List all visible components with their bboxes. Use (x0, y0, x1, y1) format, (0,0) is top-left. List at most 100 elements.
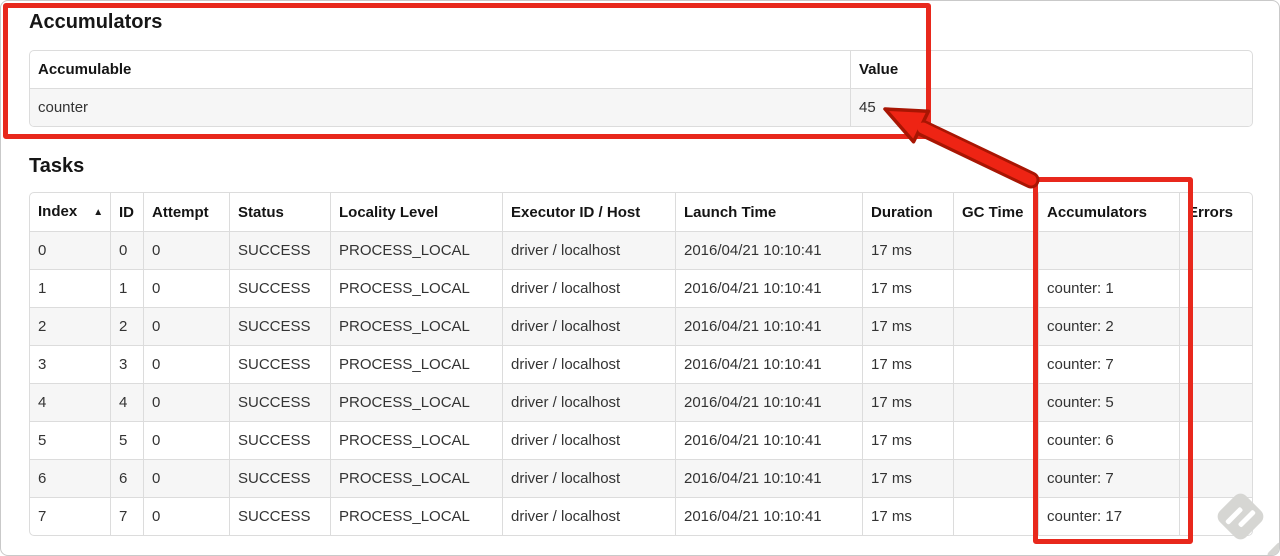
cell-errors (1179, 459, 1252, 497)
cell-index: 3 (30, 345, 110, 383)
cell-launch-time: 2016/04/21 10:10:41 (675, 307, 862, 345)
cell-locality-level: PROCESS_LOCAL (330, 459, 502, 497)
column-header-label: Accumulators (1047, 203, 1148, 221)
cell-attempt: 0 (143, 345, 229, 383)
cell-attempt: 0 (143, 497, 229, 535)
cell-id: 0 (110, 231, 143, 269)
cell-id: 1 (110, 269, 143, 307)
column-header-errors[interactable]: Errors (1179, 193, 1252, 231)
cell-status: SUCCESS (229, 497, 330, 535)
cell-index: 2 (30, 307, 110, 345)
cell-duration: 17 ms (862, 421, 953, 459)
table-row: counter 45 (30, 88, 1252, 126)
cell-accumulators: counter: 17 (1038, 497, 1179, 535)
cell-index: 5 (30, 421, 110, 459)
cell-status: SUCCESS (229, 307, 330, 345)
column-header-label: GC Time (962, 203, 1024, 221)
cell-index: 0 (30, 231, 110, 269)
cell-attempt: 0 (143, 231, 229, 269)
cell-status: SUCCESS (229, 269, 330, 307)
column-header-label: Status (238, 203, 284, 221)
cell-gc-time (953, 497, 1038, 535)
tasks-table: Index ▲ ID Attempt Status Locality Level Execu… (29, 192, 1253, 536)
accumulators-section: Accumulators Accumulable Value counter 45 (29, 10, 1253, 127)
table-row: 2 2 0 SUCCESS PROCESS_LOCAL driver / localhos… (30, 307, 1252, 345)
cell-launch-time: 2016/04/21 10:10:41 (675, 269, 862, 307)
cell-attempt: 0 (143, 383, 229, 421)
cell-launch-time: 2016/04/21 10:10:41 (675, 497, 862, 535)
column-header-value[interactable]: Value (850, 51, 1252, 88)
column-header-index[interactable]: Index ▲ (30, 193, 110, 231)
cell-duration: 17 ms (862, 231, 953, 269)
column-header-accumulable[interactable]: Accumulable (30, 51, 850, 88)
cell-gc-time (953, 421, 1038, 459)
cell-duration: 17 ms (862, 459, 953, 497)
cell-gc-time (953, 231, 1038, 269)
cell-id: 7 (110, 497, 143, 535)
cell-status: SUCCESS (229, 383, 330, 421)
cell-accumulators: counter: 7 (1038, 459, 1179, 497)
cell-executor-id-host: driver / localhost (502, 421, 675, 459)
table-row: 3 3 0 SUCCESS PROCESS_LOCAL driver / localhos… (30, 345, 1252, 383)
cell-locality-level: PROCESS_LOCAL (330, 421, 502, 459)
column-header-id[interactable]: ID (110, 193, 143, 231)
cell-errors (1179, 231, 1252, 269)
cell-accumulators: counter: 5 (1038, 383, 1179, 421)
column-header-label: Attempt (152, 203, 209, 221)
cell-gc-time (953, 383, 1038, 421)
cell-duration: 17 ms (862, 497, 953, 535)
cell-executor-id-host: driver / localhost (502, 459, 675, 497)
column-header-accumulators[interactable]: Accumulators (1038, 193, 1179, 231)
cell-status: SUCCESS (229, 231, 330, 269)
column-header-label: Value (859, 61, 899, 78)
cell-executor-id-host: driver / localhost (502, 307, 675, 345)
column-header-duration[interactable]: Duration (862, 193, 953, 231)
column-header-label: Errors (1188, 203, 1234, 221)
table-row: 0 0 0 SUCCESS PROCESS_LOCAL driver / localhos… (30, 231, 1252, 269)
cell-launch-time: 2016/04/21 10:10:41 (675, 383, 862, 421)
cell-locality-level: PROCESS_LOCAL (330, 345, 502, 383)
column-header-locality-level[interactable]: Locality Level (330, 193, 502, 231)
cell-duration: 17 ms (862, 307, 953, 345)
column-header-label: Executor ID / Host (511, 203, 641, 221)
column-header-gc-time[interactable]: GC Time (953, 193, 1038, 231)
column-header-status[interactable]: Status (229, 193, 330, 231)
watermark-corner-icon (1265, 540, 1279, 555)
cell-gc-time (953, 269, 1038, 307)
table-row: 1 1 0 SUCCESS PROCESS_LOCAL driver / localhos… (30, 269, 1252, 307)
cell-accumulators: counter: 7 (1038, 345, 1179, 383)
tasks-section-title: Tasks (29, 155, 85, 177)
cell-locality-level: PROCESS_LOCAL (330, 231, 502, 269)
cell-index: 1 (30, 269, 110, 307)
cell-gc-time (953, 345, 1038, 383)
column-header-label: ID (119, 203, 134, 221)
column-header-label: Accumulable (38, 61, 132, 78)
cell-locality-level: PROCESS_LOCAL (330, 383, 502, 421)
cell-locality-level: PROCESS_LOCAL (330, 269, 502, 307)
cell-duration: 17 ms (862, 383, 953, 421)
cell-executor-id-host: driver / localhost (502, 497, 675, 535)
cell-errors (1179, 421, 1252, 459)
cell-errors (1179, 269, 1252, 307)
cell-errors (1179, 345, 1252, 383)
cell-accumulators (1038, 231, 1179, 269)
cell-launch-time: 2016/04/21 10:10:41 (675, 421, 862, 459)
column-header-executor-id-host[interactable]: Executor ID / Host (502, 193, 675, 231)
accumulators-section-title: Accumulators (29, 11, 163, 33)
cell-locality-level: PROCESS_LOCAL (330, 307, 502, 345)
table-row: 4 4 0 SUCCESS PROCESS_LOCAL driver / localhos… (30, 383, 1252, 421)
cell-executor-id-host: driver / localhost (502, 345, 675, 383)
cell-index: 6 (30, 459, 110, 497)
table-row: 6 6 0 SUCCESS PROCESS_LOCAL driver / localhos… (30, 459, 1252, 497)
column-header-attempt[interactable]: Attempt (143, 193, 229, 231)
cell-index: 4 (30, 383, 110, 421)
column-header-label: Index (38, 203, 78, 220)
cell-gc-time (953, 459, 1038, 497)
column-header-launch-time[interactable]: Launch Time (675, 193, 862, 231)
cell-errors (1179, 383, 1252, 421)
table-row: 7 7 0 SUCCESS PROCESS_LOCAL driver / localhos… (30, 497, 1252, 535)
header-row: Accumulable Value (30, 51, 1252, 88)
cell-id: 5 (110, 421, 143, 459)
cell-id: 3 (110, 345, 143, 383)
cell-accumulators: counter: 2 (1038, 307, 1179, 345)
